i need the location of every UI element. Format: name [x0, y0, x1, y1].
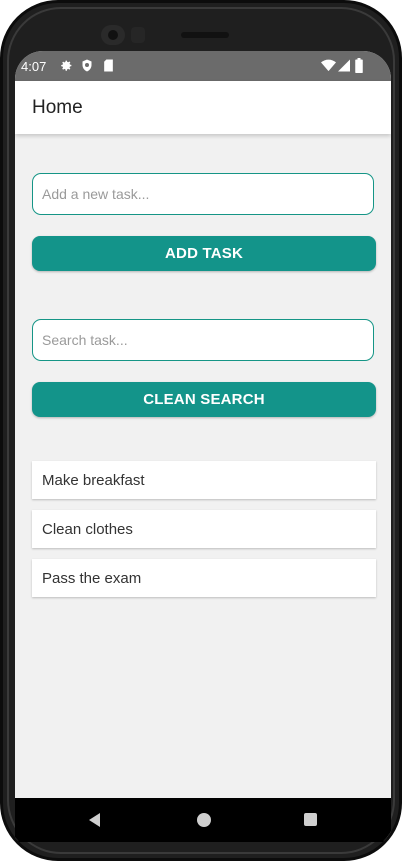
earpiece-speaker	[181, 32, 229, 38]
status-time: 4:07	[21, 59, 47, 74]
battery-icon	[355, 58, 363, 73]
app-bar: Home	[15, 81, 391, 134]
page-title: Home	[32, 97, 83, 118]
search-input[interactable]	[32, 319, 374, 361]
front-camera	[101, 25, 125, 45]
phone-frame: 4:07 Home Add a new task... ADD TASK Sea…	[0, 0, 402, 861]
add-task-button[interactable]: ADD TASK	[32, 236, 376, 271]
proximity-sensor	[131, 27, 145, 43]
screen: 4:07 Home Add a new task... ADD TASK Sea…	[15, 51, 391, 841]
status-bar: 4:07	[15, 51, 391, 81]
list-item[interactable]: Pass the exam	[32, 559, 376, 597]
shield-icon	[82, 59, 92, 72]
clean-search-button[interactable]: CLEAN SEARCH	[32, 382, 376, 417]
navigation-bar	[15, 798, 391, 842]
signal-icon	[338, 59, 350, 72]
list-item[interactable]: Clean clothes	[32, 510, 376, 548]
home-icon[interactable]	[197, 813, 211, 827]
sd-card-icon	[104, 59, 113, 72]
recents-icon[interactable]	[304, 813, 317, 826]
wifi-icon	[321, 59, 336, 72]
new-task-input[interactable]	[32, 173, 374, 215]
list-item[interactable]: Make breakfast	[32, 461, 376, 499]
gear-icon	[61, 60, 72, 71]
back-icon[interactable]	[89, 813, 100, 827]
